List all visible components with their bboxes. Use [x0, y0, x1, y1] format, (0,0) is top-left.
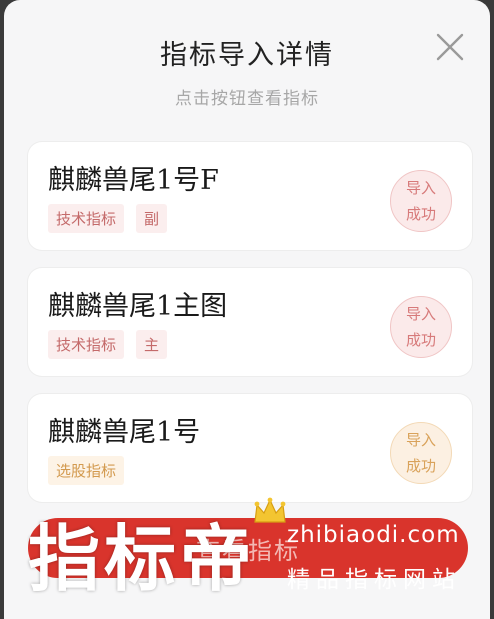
watermark-brand: 指标帝: [28, 517, 257, 601]
indicator-tags: 技术指标 主: [48, 330, 168, 359]
indicator-name: 麒麟兽尾1号F: [48, 165, 219, 196]
indicator-card[interactable]: 麒麟兽尾1主图 技术指标 主 导入 成功: [28, 268, 472, 376]
crown-icon: [252, 496, 288, 526]
indicator-position-tag: 主: [136, 330, 168, 359]
indicator-card[interactable]: 麒麟兽尾1号F 技术指标 副 导入 成功: [28, 142, 472, 250]
dialog-subtitle: 点击按钮查看指标: [175, 89, 319, 109]
indicator-type-tag: 技术指标: [48, 204, 125, 233]
watermark-slogan: 精品指标网站: [287, 567, 461, 593]
indicator-tags: 选股指标: [48, 456, 125, 485]
import-status-badge: 导入 成功: [390, 170, 452, 232]
indicator-name: 麒麟兽尾1号: [48, 417, 201, 448]
import-status-badge: 导入 成功: [390, 422, 452, 484]
dialog-title: 指标导入详情: [160, 40, 334, 71]
indicator-position-tag: 副: [136, 204, 168, 233]
indicator-type-tag: 选股指标: [48, 456, 125, 485]
import-status-badge: 导入 成功: [390, 296, 452, 358]
indicator-name: 麒麟兽尾1主图: [48, 291, 228, 322]
close-icon[interactable]: [433, 30, 467, 64]
indicator-card[interactable]: 麒麟兽尾1号 选股指标 导入 成功: [28, 394, 472, 502]
indicator-tags: 技术指标 副: [48, 204, 168, 233]
watermark-domain: zhibiaodi.com: [287, 522, 460, 548]
indicator-type-tag: 技术指标: [48, 330, 125, 359]
